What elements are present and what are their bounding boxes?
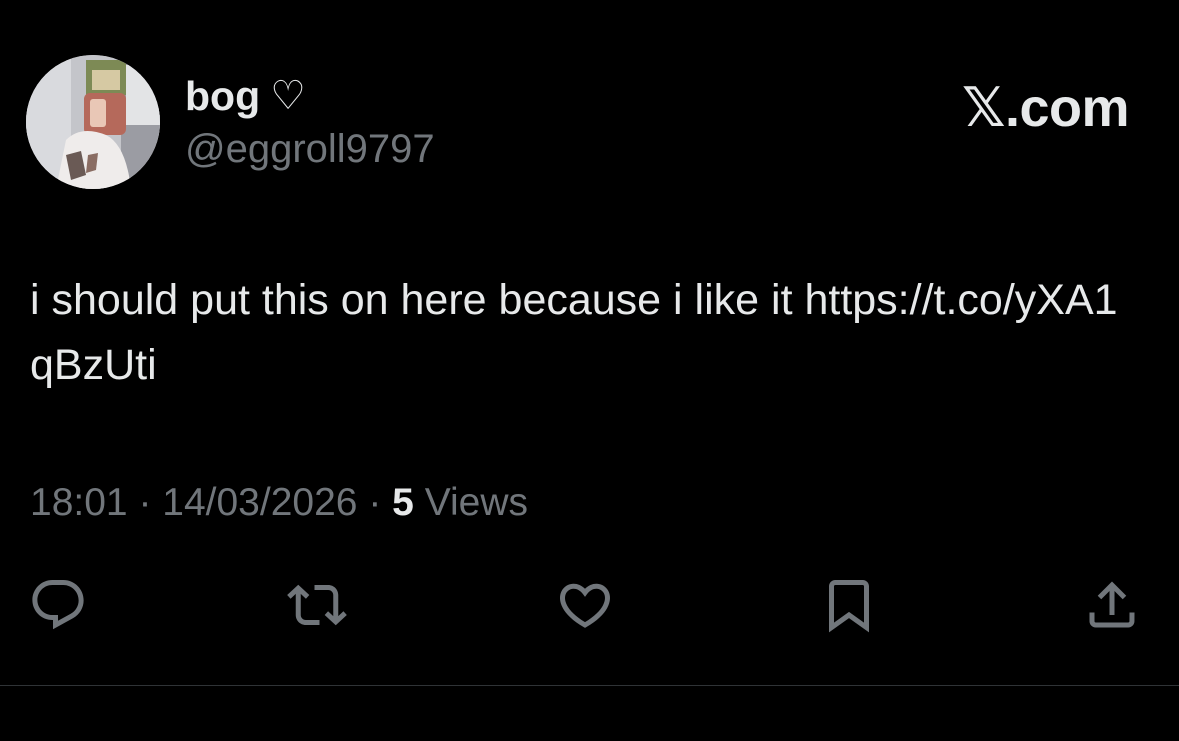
avatar-photo xyxy=(26,55,160,189)
meta-separator: · xyxy=(357,481,393,524)
share-button[interactable] xyxy=(1082,575,1142,635)
tweet-time: 18:01 xyxy=(30,481,128,524)
display-name-text: bog xyxy=(185,73,261,119)
tweet-meta: 18:01 · 14/03/2026 · 5 Views xyxy=(30,478,528,528)
views-label: Views xyxy=(413,481,529,524)
repost-icon xyxy=(287,584,347,626)
tweet-date: 14/03/2026 xyxy=(162,481,358,524)
share-icon xyxy=(1089,581,1135,628)
avatar[interactable] xyxy=(26,55,160,189)
repost-button[interactable] xyxy=(287,575,347,635)
x-com-logo: 𝕏.com xyxy=(961,78,1130,138)
name-heart-emoji: ♡ xyxy=(270,73,306,119)
bookmark-button[interactable] xyxy=(819,575,879,635)
reply-button[interactable] xyxy=(28,575,88,635)
author-display-name[interactable]: bog ♡ xyxy=(185,70,306,122)
views-count[interactable]: 5 xyxy=(392,481,414,524)
action-bar xyxy=(0,575,1179,635)
tweet-text: i should put this on here because i like… xyxy=(30,276,1118,389)
bookmark-icon xyxy=(829,580,869,633)
meta-separator: · xyxy=(127,481,163,524)
author-handle[interactable]: @eggroll9797 xyxy=(185,124,435,174)
heart-icon xyxy=(559,583,611,628)
speech-bubble-icon xyxy=(32,580,84,630)
divider xyxy=(0,685,1179,686)
like-button[interactable] xyxy=(555,575,615,635)
